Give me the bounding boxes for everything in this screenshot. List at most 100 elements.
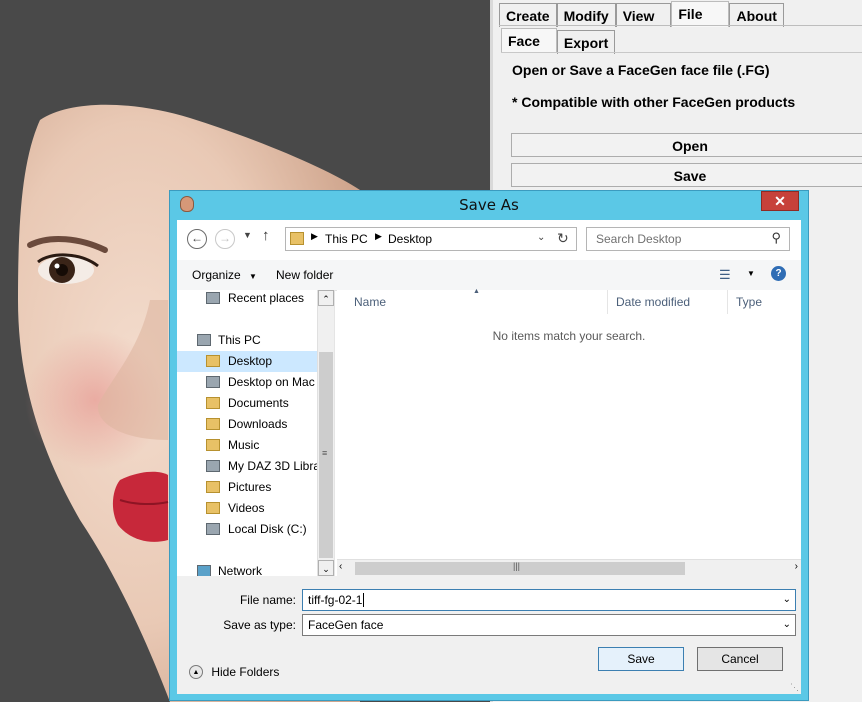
close-button[interactable]: ✕ <box>761 191 799 211</box>
nav-label: Desktop <box>228 354 273 368</box>
nav-label: Music <box>228 438 260 452</box>
nav-item-pictures[interactable]: Pictures <box>177 477 317 498</box>
nav-label: Desktop on Mac <box>228 375 315 389</box>
file-list[interactable]: ▲ Name Date modified Type No items match… <box>337 288 801 560</box>
recent-places-icon <box>206 292 220 304</box>
dialog-titlebar[interactable]: Save As ✕ <box>170 191 808 219</box>
save-options: File name: tiff-fg-02-1 ⌄ Save as type: … <box>177 576 801 694</box>
forward-button[interactable]: → <box>215 229 235 249</box>
tab-view[interactable]: View <box>615 3 672 27</box>
view-options-icon[interactable]: ☰ <box>719 267 731 283</box>
breadcrumb-this-pc[interactable]: This PC <box>325 232 368 246</box>
column-type[interactable]: Type <box>728 290 801 314</box>
dialog-cancel-button[interactable]: Cancel <box>697 647 783 671</box>
network-drive-icon <box>206 376 220 388</box>
drive-icon <box>206 523 220 535</box>
tab-modify[interactable]: Modify <box>556 3 616 27</box>
file-name-input[interactable]: tiff-fg-02-1 ⌄ <box>302 589 796 611</box>
computer-icon <box>197 334 211 346</box>
navigation-pane: Recent places This PC Desktop Desktop on… <box>177 290 335 576</box>
folder-icon <box>290 232 304 245</box>
chevron-left-icon[interactable]: ‹ <box>339 561 342 572</box>
folder-icon <box>206 481 220 493</box>
hide-folders-label: Hide Folders <box>211 664 280 679</box>
tab-create[interactable]: Create <box>499 3 557 27</box>
chevron-down-icon: ▼ <box>243 230 252 240</box>
chevron-right-icon[interactable]: › <box>795 561 798 572</box>
hide-folders-toggle[interactable]: ▲ Hide Folders <box>189 664 279 679</box>
recent-locations-dropdown[interactable]: ▼ <box>243 230 252 240</box>
address-row: ← → ▼ ↑ ▶ This PC ▶ Desktop ⌄ ↻ Search D… <box>177 220 801 260</box>
folder-icon <box>206 397 220 409</box>
dialog-title: Save As <box>459 196 519 214</box>
nav-item-network[interactable]: Network <box>177 561 317 576</box>
refresh-icon[interactable]: ↻ <box>557 230 569 247</box>
save-type-select[interactable]: FaceGen face ⌄ <box>302 614 796 636</box>
nav-label: Documents <box>228 396 289 410</box>
save-button[interactable]: Save <box>511 163 862 187</box>
search-icon[interactable]: ⚲ <box>771 230 781 246</box>
column-date-modified[interactable]: Date modified <box>608 290 728 314</box>
dialog-client: ← → ▼ ↑ ▶ This PC ▶ Desktop ⌄ ↻ Search D… <box>177 220 801 694</box>
help-icon[interactable]: ? <box>771 266 786 281</box>
arrow-up-icon: ↑ <box>262 227 270 244</box>
folder-icon <box>206 502 220 514</box>
nav-item-desktop[interactable]: Desktop <box>177 351 317 372</box>
grip-icon: ||| <box>513 561 521 571</box>
resize-grip-icon[interactable]: ⋱ <box>790 682 799 693</box>
tab-face[interactable]: Face <box>501 28 557 52</box>
text-cursor <box>363 593 365 607</box>
address-bar[interactable]: ▶ This PC ▶ Desktop ⌄ ↻ <box>285 227 577 251</box>
chevron-down-icon[interactable]: ⌄ <box>537 232 545 243</box>
tab-file[interactable]: File <box>671 1 730 27</box>
search-placeholder: Search Desktop <box>596 232 682 246</box>
chevron-down-icon[interactable]: ⌄ <box>783 615 791 635</box>
nav-scroll-thumb[interactable]: ≡ <box>319 352 333 558</box>
horizontal-scrollbar[interactable]: ‹ ||| › <box>337 559 801 577</box>
sub-tabs: Face Export <box>501 28 616 54</box>
nav-item-downloads[interactable]: Downloads <box>177 414 317 435</box>
breadcrumb-desktop[interactable]: Desktop <box>388 232 432 246</box>
nav-label: This PC <box>218 333 261 347</box>
nav-item-desktop-on-mac[interactable]: Desktop on Mac <box>177 372 317 393</box>
nav-label: Local Disk (C:) <box>228 522 307 536</box>
chevron-down-icon[interactable]: ⌄ <box>783 590 791 610</box>
tab-export[interactable]: Export <box>556 30 616 54</box>
organize-label: Organize <box>192 268 241 282</box>
dialog-save-button[interactable]: Save <box>598 647 684 671</box>
folder-icon <box>206 418 220 430</box>
search-input[interactable]: Search Desktop ⚲ <box>586 227 790 251</box>
network-drive-icon <box>206 460 220 472</box>
tab-about[interactable]: About <box>729 3 784 27</box>
nav-item-daz-library[interactable]: My DAZ 3D Libra <box>177 456 317 477</box>
chevron-up-icon[interactable]: ⌃ <box>318 290 334 306</box>
folder-icon <box>206 355 220 367</box>
organize-button[interactable]: Organize ▼ <box>192 268 257 282</box>
chevron-down-icon[interactable]: ⌄ <box>318 560 334 576</box>
network-icon <box>197 565 211 576</box>
empty-message: No items match your search. <box>492 329 646 343</box>
column-name[interactable]: Name <box>346 290 608 314</box>
up-button[interactable]: ↑ <box>262 227 270 244</box>
command-bar: Organize ▼ New folder ☰ ▼ ? <box>177 260 801 291</box>
nav-item-documents[interactable]: Documents <box>177 393 317 414</box>
new-folder-button[interactable]: New folder <box>276 268 333 282</box>
open-button[interactable]: Open <box>511 133 862 157</box>
nav-item-videos[interactable]: Videos <box>177 498 317 519</box>
chevron-down-icon[interactable]: ▼ <box>747 269 755 278</box>
main-tabs: Create Modify View File About <box>499 1 784 27</box>
hscroll-thumb[interactable]: ||| <box>355 561 685 575</box>
nav-scrollbar[interactable]: ⌃ ≡ ⌄ <box>317 290 334 576</box>
save-type-label: Save as type: <box>223 618 296 632</box>
nav-label: Pictures <box>228 480 272 494</box>
nav-label: Videos <box>228 501 265 515</box>
nav-item-recent-places[interactable]: Recent places <box>177 290 317 309</box>
back-button[interactable]: ← <box>187 229 207 249</box>
nav-item-local-disk[interactable]: Local Disk (C:) <box>177 519 317 540</box>
panel-description: Open or Save a FaceGen face file (.FG) <box>512 62 770 78</box>
nav-item-this-pc[interactable]: This PC <box>177 330 317 351</box>
nav-item-music[interactable]: Music <box>177 435 317 456</box>
arrow-left-icon: ← <box>191 231 203 245</box>
folder-icon <box>206 439 220 451</box>
chevron-up-circle-icon: ▲ <box>189 664 203 679</box>
